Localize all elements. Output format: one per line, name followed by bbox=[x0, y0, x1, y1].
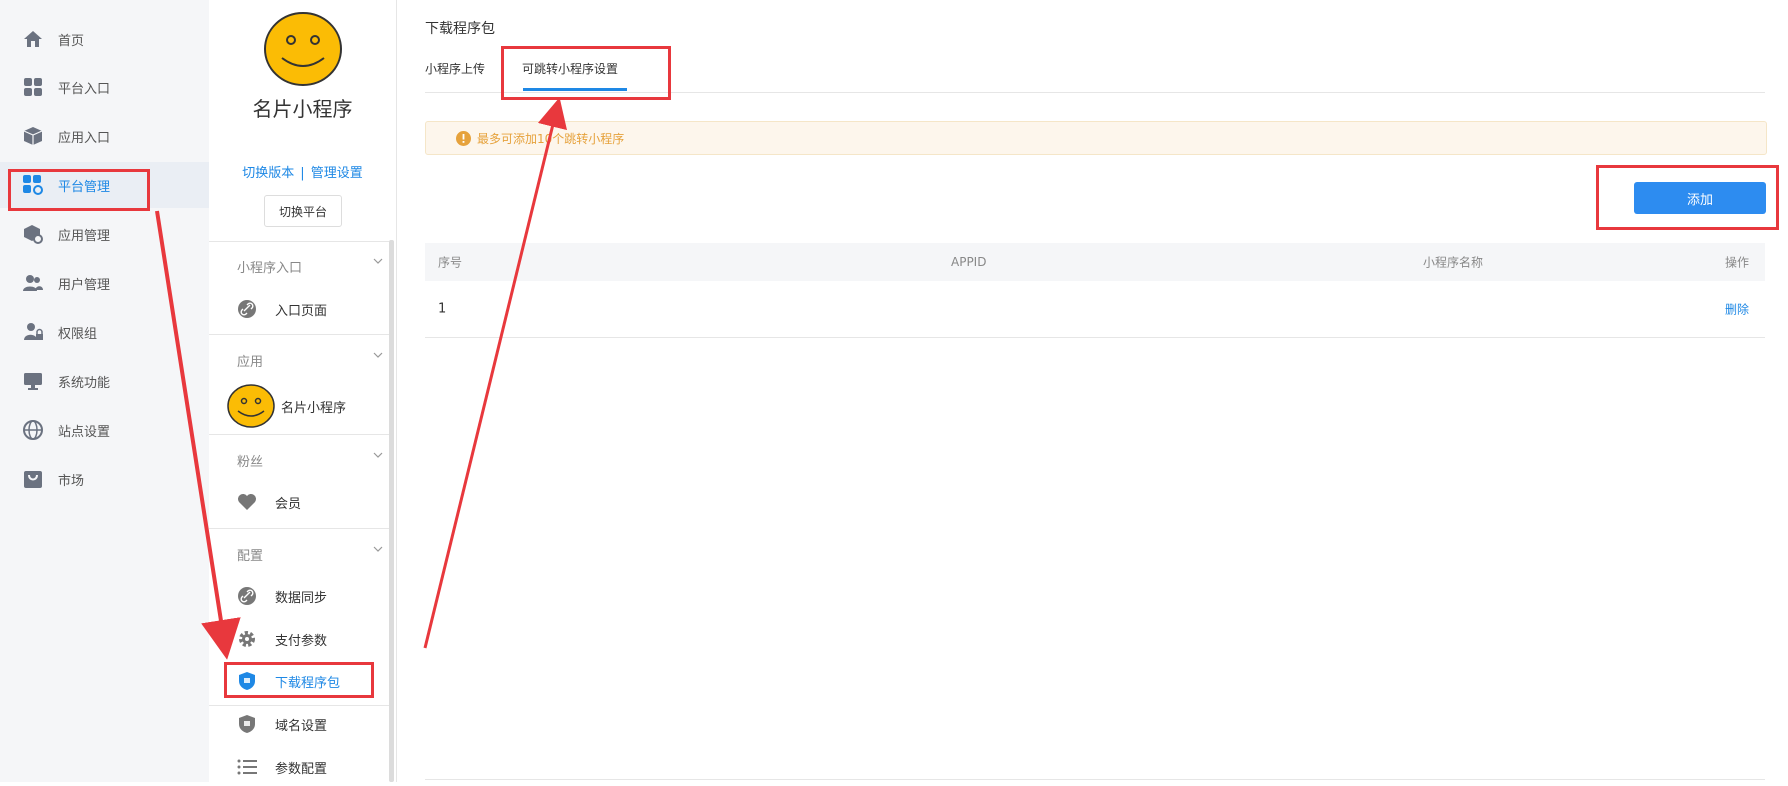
menu-app-card[interactable]: 名片小程序 bbox=[209, 384, 389, 428]
main-sidebar: 首页 平台入口 应用入口 平台管理 应用管理 用户管理 权限组 系统功能 站点设… bbox=[0, 0, 210, 782]
content-bottom-border bbox=[425, 779, 1765, 780]
app-avatar-small bbox=[227, 384, 275, 428]
nav-item-label: 用户管理 bbox=[58, 277, 111, 293]
table-header: 序号 APPID 小程序名称 操作 bbox=[425, 243, 1765, 281]
menu-member[interactable]: 会员 bbox=[209, 483, 389, 521]
globe-icon bbox=[22, 419, 44, 441]
group-title-apps: 应用 bbox=[237, 355, 264, 370]
grid-icon bbox=[22, 76, 44, 98]
menu-param-config[interactable]: 参数配置 bbox=[209, 748, 389, 786]
version-links: 切换版本 | 管理设置 bbox=[209, 162, 396, 181]
link-icon bbox=[237, 299, 257, 319]
nav-item-platform-entry[interactable]: 平台入口 bbox=[0, 64, 209, 110]
divider bbox=[209, 334, 389, 335]
chevron-down-icon[interactable] bbox=[373, 350, 383, 360]
monitor-icon bbox=[22, 370, 44, 392]
nav-item-label: 权限组 bbox=[58, 326, 98, 342]
group-title-config: 配置 bbox=[237, 549, 264, 564]
main-content: 下载程序包 小程序上传 可跳转小程序设置 最多可添加10个跳转小程序 添加 序号… bbox=[425, 0, 1767, 782]
app-avatar bbox=[264, 12, 342, 86]
divider bbox=[209, 528, 389, 529]
cube-gear-icon bbox=[22, 223, 44, 245]
tab-miniprogram-upload[interactable]: 小程序上传 bbox=[425, 60, 485, 77]
nav-item-label: 应用管理 bbox=[58, 228, 111, 244]
menu-entry-page[interactable]: 入口页面 bbox=[209, 290, 389, 328]
menu-label: 名片小程序 bbox=[281, 400, 347, 416]
menu-label: 入口页面 bbox=[275, 303, 328, 319]
nav-item-site-settings[interactable]: 站点设置 bbox=[0, 407, 209, 453]
annotation-box-download-package bbox=[224, 662, 374, 698]
nav-item-label: 首页 bbox=[58, 33, 85, 49]
chevron-down-icon[interactable] bbox=[373, 544, 383, 554]
divider bbox=[209, 241, 389, 242]
nav-item-label: 市场 bbox=[58, 473, 85, 489]
panel-scrollbar[interactable] bbox=[389, 240, 394, 782]
chevron-down-icon[interactable] bbox=[373, 450, 383, 460]
jump-miniprogram-table: 序号 APPID 小程序名称 操作 1 删除 bbox=[425, 243, 1765, 338]
page-title: 下载程序包 bbox=[425, 21, 495, 37]
shield-icon bbox=[237, 714, 257, 734]
chevron-down-icon[interactable] bbox=[373, 256, 383, 266]
divider bbox=[209, 434, 389, 435]
alert-text: 最多可添加10个跳转小程序 bbox=[477, 131, 625, 146]
menu-label: 数据同步 bbox=[275, 590, 328, 606]
annotation-box-add-button bbox=[1596, 165, 1779, 230]
user-lock-icon bbox=[22, 321, 44, 343]
heart-icon bbox=[237, 492, 257, 512]
menu-label: 参数配置 bbox=[275, 761, 328, 777]
annotation-box-jump-tab bbox=[501, 46, 671, 100]
users-icon bbox=[22, 272, 44, 294]
nav-item-user-manage[interactable]: 用户管理 bbox=[0, 260, 209, 306]
switch-platform-button[interactable]: 切换平台 bbox=[264, 195, 342, 227]
home-icon bbox=[22, 28, 44, 50]
info-alert: 最多可添加10个跳转小程序 bbox=[425, 121, 1767, 155]
nav-item-label: 系统功能 bbox=[58, 375, 111, 391]
nav-item-label: 站点设置 bbox=[58, 424, 111, 440]
column-header-action: 操作 bbox=[1725, 255, 1750, 270]
column-header-appid: APPID bbox=[951, 255, 987, 269]
table-row: 1 删除 bbox=[425, 281, 1765, 338]
nav-item-system[interactable]: 系统功能 bbox=[0, 358, 209, 404]
menu-label: 会员 bbox=[275, 496, 302, 512]
annotation-box-platform-manage bbox=[8, 169, 150, 211]
group-title-fans: 粉丝 bbox=[237, 455, 264, 470]
menu-label: 域名设置 bbox=[275, 718, 328, 734]
nav-item-permission-group[interactable]: 权限组 bbox=[0, 309, 209, 355]
nav-item-label: 平台入口 bbox=[58, 81, 111, 97]
gear-icon bbox=[237, 629, 257, 649]
nav-item-app-manage[interactable]: 应用管理 bbox=[0, 211, 209, 257]
menu-label: 支付参数 bbox=[275, 633, 328, 649]
menu-domain-settings[interactable]: 域名设置 bbox=[209, 705, 389, 743]
group-title-miniprogram: 小程序入口 bbox=[237, 261, 303, 276]
menu-payment-params[interactable]: 支付参数 bbox=[209, 620, 389, 658]
info-icon bbox=[456, 130, 471, 146]
column-header-index: 序号 bbox=[438, 255, 463, 270]
delete-link[interactable]: 删除 bbox=[1725, 301, 1749, 318]
list-icon bbox=[237, 757, 257, 777]
manage-settings-link[interactable]: 管理设置 bbox=[311, 166, 363, 181]
shop-bag-icon bbox=[22, 468, 44, 490]
switch-version-link[interactable]: 切换版本 bbox=[242, 166, 294, 181]
link-icon bbox=[237, 586, 257, 606]
link-separator: | bbox=[300, 166, 305, 181]
column-header-name: 小程序名称 bbox=[1423, 255, 1484, 270]
nav-item-app-entry[interactable]: 应用入口 bbox=[0, 113, 209, 159]
nav-item-home[interactable]: 首页 bbox=[0, 16, 209, 62]
menu-data-sync[interactable]: 数据同步 bbox=[209, 577, 389, 615]
nav-item-label: 应用入口 bbox=[58, 130, 111, 146]
app-name: 名片小程序 bbox=[252, 97, 353, 121]
cell-index: 1 bbox=[438, 301, 447, 317]
cube-icon bbox=[22, 125, 44, 147]
nav-item-market[interactable]: 市场 bbox=[0, 456, 209, 502]
